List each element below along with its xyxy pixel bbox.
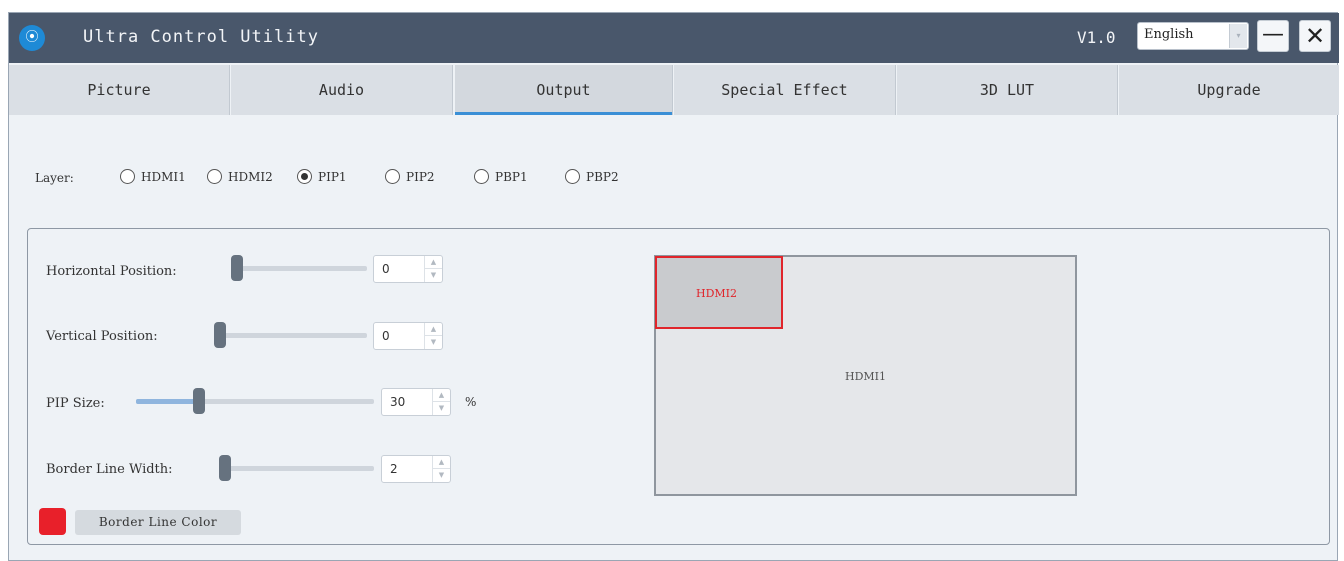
app-window: ⦿ Ultra Control Utility V1.0 English ▾ —… [8, 12, 1339, 561]
radio-unchecked-icon[interactable] [565, 169, 580, 184]
spin-down-icon[interactable]: ▼ [425, 269, 442, 282]
spin-value: 30 [390, 395, 406, 409]
chevron-down-icon[interactable]: ▾ [1229, 24, 1247, 48]
border-line-color-button[interactable]: Border Line Color [75, 510, 241, 535]
spin-down-icon[interactable]: ▼ [425, 336, 442, 349]
radio-checked-icon[interactable] [297, 169, 312, 184]
minimize-icon: — [1262, 22, 1284, 47]
tab-audio[interactable]: Audio [231, 65, 453, 115]
close-button[interactable]: ✕ [1299, 20, 1331, 52]
spin-value: 0 [382, 262, 390, 276]
spin-up-icon[interactable]: ▲ [425, 256, 442, 269]
vertical-position-label: Vertical Position: [46, 329, 158, 344]
horizontal-position-handle[interactable] [231, 255, 243, 281]
close-icon: ✕ [1304, 22, 1326, 50]
spin-up-icon[interactable]: ▲ [425, 323, 442, 336]
tab-bar: Picture Audio Output Special Effect 3D L… [9, 65, 1339, 115]
radio-unchecked-icon[interactable] [385, 169, 400, 184]
pip-size-slider[interactable] [136, 399, 374, 404]
language-value: English [1144, 27, 1194, 42]
horizontal-position-label: Horizontal Position: [46, 264, 177, 279]
spin-value: 2 [390, 462, 398, 476]
vertical-position-spinbox[interactable]: 0 ▲ ▼ [373, 322, 443, 350]
tab-output[interactable]: Output [455, 65, 673, 115]
border-line-width-spinbox[interactable]: 2 ▲ ▼ [381, 455, 451, 483]
preview-pip-window[interactable]: HDMI2 [655, 256, 783, 329]
spin-up-icon[interactable]: ▲ [433, 456, 450, 469]
radio-unchecked-icon[interactable] [120, 169, 135, 184]
radio-unchecked-icon[interactable] [207, 169, 222, 184]
spin-down-icon[interactable]: ▼ [433, 402, 450, 415]
tab-special-effect[interactable]: Special Effect [674, 65, 896, 115]
horizontal-position-spinbox[interactable]: 0 ▲ ▼ [373, 255, 443, 283]
layer-label: Layer: [35, 171, 74, 185]
border-line-width-slider[interactable] [220, 466, 374, 471]
preview-pip-label: HDMI2 [696, 287, 738, 300]
tab-upgrade[interactable]: Upgrade [1119, 65, 1339, 115]
vertical-position-slider[interactable] [215, 333, 367, 338]
pip-size-handle[interactable] [193, 388, 206, 414]
app-title: Ultra Control Utility [83, 27, 319, 47]
spin-down-icon[interactable]: ▼ [433, 469, 450, 482]
title-bar[interactable]: ⦿ Ultra Control Utility V1.0 English ▾ —… [9, 13, 1339, 63]
language-select[interactable]: English ▾ [1137, 22, 1249, 50]
pip-size-label: PIP Size: [46, 396, 105, 411]
version-label: V1.0 [1077, 28, 1116, 47]
horizontal-position-slider[interactable] [232, 266, 367, 271]
tab-picture[interactable]: Picture [9, 65, 230, 115]
pip-size-unit: % [465, 395, 477, 409]
output-settings-group: Horizontal Position: 0 ▲ ▼ Vertical Posi… [27, 228, 1330, 545]
radio-unchecked-icon[interactable] [474, 169, 489, 184]
slider-fill [136, 399, 201, 404]
app-logo-icon: ⦿ [19, 25, 45, 51]
border-line-width-handle[interactable] [219, 455, 231, 481]
border-line-width-label: Border Line Width: [46, 462, 173, 477]
tab-3d-lut[interactable]: 3D LUT [897, 65, 1118, 115]
border-color-swatch[interactable] [39, 508, 66, 535]
layout-preview: HDMI1 HDMI2 [654, 255, 1077, 496]
minimize-button[interactable]: — [1257, 20, 1289, 52]
vertical-position-handle[interactable] [214, 322, 226, 348]
pip-size-spinbox[interactable]: 30 ▲ ▼ [381, 388, 451, 416]
preview-main-label: HDMI1 [845, 370, 887, 383]
spin-up-icon[interactable]: ▲ [433, 389, 450, 402]
spin-value: 0 [382, 329, 390, 343]
